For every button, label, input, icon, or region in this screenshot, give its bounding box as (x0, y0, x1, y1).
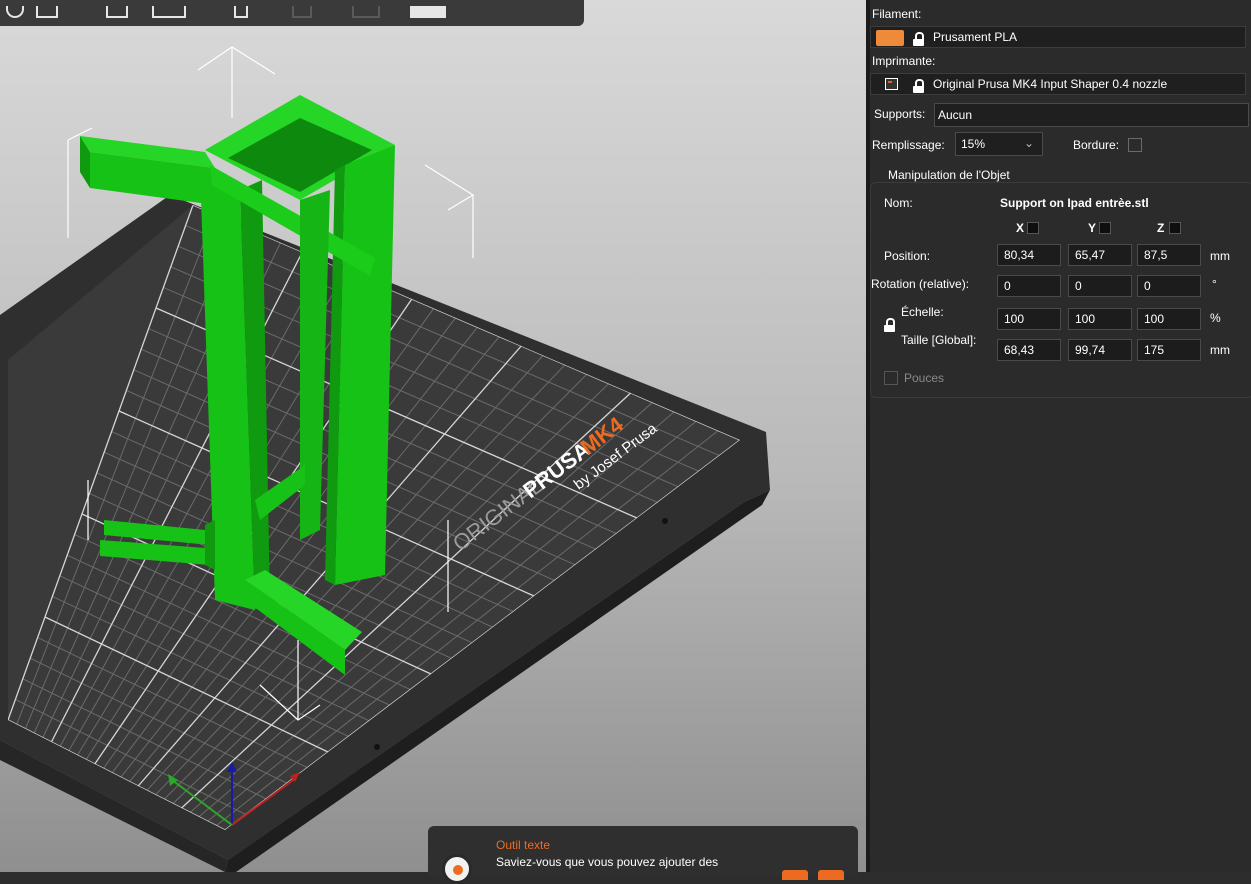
axis-y-drop-icon[interactable] (1099, 222, 1111, 234)
axis-z-drop-icon[interactable] (1169, 222, 1181, 234)
lock-icon (913, 79, 924, 93)
filament-color-swatch[interactable] (876, 30, 904, 46)
filament-value: Prusament PLA (933, 30, 1018, 44)
position-label: Position: (884, 249, 931, 263)
tip-avatar-icon (442, 854, 472, 884)
infill-value: 15% (961, 137, 986, 151)
position-z-input[interactable]: 87,5 (1137, 244, 1201, 266)
arrange-icon[interactable] (106, 6, 128, 18)
object-manipulation-box: Nom: Support on Ipad entrèe.stl X Y Z Po… (870, 182, 1251, 398)
supports-label: Supports: (874, 107, 926, 121)
paste-icon[interactable] (234, 6, 248, 18)
manipulation-title: Manipulation de l'Objet (888, 168, 1010, 182)
undo-icon[interactable] (6, 6, 24, 18)
scale-x-input[interactable]: 100 (997, 308, 1061, 330)
view-icon[interactable] (36, 6, 58, 18)
scene-canvas[interactable]: ORIGINAL PRUSA MK4 by Josef Prusa (0, 0, 866, 872)
split-icon[interactable] (410, 6, 446, 18)
printer-value: Original Prusa MK4 Input Shaper 0.4 nozz… (933, 77, 1168, 91)
size-x-input[interactable]: 68,43 (997, 339, 1061, 361)
axis-y-label: Y (1088, 221, 1097, 235)
brim-checkbox[interactable] (1128, 138, 1142, 152)
tip-notification[interactable]: Outil texte Saviez-vous que vous pouvez … (428, 826, 858, 884)
scale-unit: % (1210, 311, 1221, 325)
rotation-label: Rotation (relative): (871, 277, 970, 291)
inches-label: Pouces (904, 371, 945, 385)
printer-combo[interactable]: Original Prusa MK4 Input Shaper 0.4 nozz… (870, 73, 1246, 95)
filament-combo[interactable]: Prusament PLA (870, 26, 1246, 48)
inches-checkbox[interactable] (884, 371, 898, 385)
size-label: Taille [Global]: (901, 333, 977, 347)
object-name-value: Support on Ipad entrèe.stl (1000, 196, 1149, 210)
3d-viewport[interactable]: ORIGINAL PRUSA MK4 by Josef Prusa Outil … (0, 0, 866, 884)
tip-title: Outil texte (496, 838, 551, 852)
add-instance-icon[interactable] (292, 6, 312, 18)
lock-icon (913, 32, 924, 46)
rotation-z-input[interactable]: 0 (1137, 275, 1201, 297)
remove-instance-icon[interactable] (352, 6, 380, 18)
infill-label: Remplissage: (872, 138, 945, 152)
object-name-label: Nom: (884, 196, 913, 210)
rotation-y-input[interactable]: 0 (1068, 275, 1132, 297)
scale-y-input[interactable]: 100 (1068, 308, 1132, 330)
axis-z-label: Z (1157, 221, 1165, 235)
settings-panel: Filament: Prusament PLA Imprimante: Orig… (866, 0, 1251, 872)
brim-label: Bordure: (1073, 138, 1120, 152)
scale-label: Échelle: (901, 305, 944, 319)
printer-icon (885, 78, 898, 90)
scale-lock-icon[interactable] (884, 318, 895, 332)
printer-label: Imprimante: (872, 54, 936, 68)
panel-separator (866, 0, 870, 872)
size-y-input[interactable]: 99,74 (1068, 339, 1132, 361)
infill-select[interactable]: 15% ⌄ (955, 132, 1043, 156)
scale-z-input[interactable]: 100 (1137, 308, 1201, 330)
supports-select[interactable]: Aucun (934, 103, 1249, 127)
copy-icon[interactable] (152, 6, 186, 18)
rotation-x-input[interactable]: 0 (997, 275, 1061, 297)
axis-x-label: X (1016, 221, 1025, 235)
filament-label: Filament: (872, 7, 922, 21)
tip-text: Saviez-vous que vous pouvez ajouter des (496, 855, 719, 869)
size-unit: mm (1210, 343, 1230, 357)
position-y-input[interactable]: 65,47 (1068, 244, 1132, 266)
chevron-down-icon: ⌄ (1023, 136, 1034, 150)
position-unit: mm (1210, 249, 1230, 263)
position-x-input[interactable]: 80,34 (997, 244, 1061, 266)
size-z-input[interactable]: 175 (1137, 339, 1201, 361)
rotation-unit: ° (1212, 277, 1217, 291)
top-toolbar (0, 0, 584, 26)
axis-x-drop-icon[interactable] (1027, 222, 1039, 234)
